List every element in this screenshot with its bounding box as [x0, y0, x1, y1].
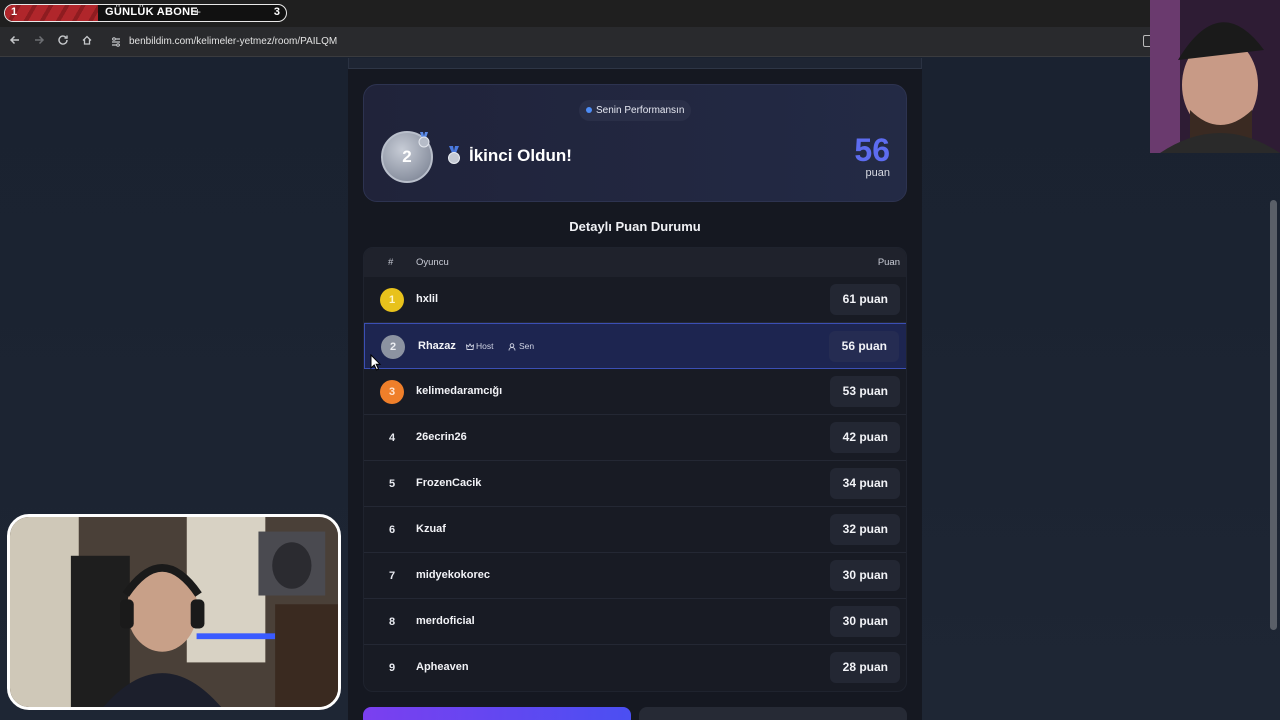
webcam-video: [10, 517, 338, 707]
rank-badge: 7: [388, 570, 396, 582]
player-name: Rhazaz: [418, 340, 456, 352]
table-row: 7 midyekokorec 30 puan: [364, 553, 906, 599]
forward-icon[interactable]: [30, 33, 48, 51]
score-value: 56: [854, 132, 890, 168]
primary-action-button[interactable]: [363, 707, 631, 720]
table-row: 9 Apheaven 28 puan: [364, 645, 906, 691]
table-row: 1 hxlil 61 puan: [364, 277, 906, 323]
secondary-webcam-overlay: [1150, 0, 1280, 153]
leaderboard-table: # Oyuncu Puan 1 hxlil 61 puan 2 Rhazaz H…: [363, 247, 907, 692]
player-points: 42 puan: [830, 422, 900, 453]
page-scrollbar[interactable]: [1270, 200, 1277, 630]
tab-strip: 1 GÜNLÜK ABONE + 3: [0, 0, 1280, 27]
table-row: 8 merdoficial 30 puan: [364, 599, 906, 645]
url-text[interactable]: benbildim.com/kelimeler-yetmez/room/PAIL…: [129, 36, 337, 47]
status-dot-icon: [586, 107, 592, 113]
reload-icon[interactable]: [54, 33, 72, 51]
header-player: Oyuncu: [416, 257, 449, 268]
mouse-cursor-icon: [370, 354, 382, 371]
sub-goal-progress-fill: [5, 5, 98, 21]
rank-badge: 3: [380, 380, 404, 404]
player-points: 28 puan: [830, 652, 900, 683]
table-row: 4 26ecrin26 42 puan: [364, 415, 906, 461]
player-name: merdoficial: [416, 615, 475, 627]
table-header: # Oyuncu Puan: [364, 248, 906, 277]
player-points: 56 puan: [829, 331, 899, 362]
player-name: midyekokorec: [416, 569, 490, 581]
player-name: 26ecrin26: [416, 431, 467, 443]
header-rank: #: [388, 257, 394, 268]
home-icon[interactable]: [78, 33, 96, 51]
secondary-action-button[interactable]: [639, 707, 907, 720]
sub-goal-current: 1: [11, 6, 18, 18]
user-icon: [508, 343, 516, 351]
leaderboard-title: Detaylı Puan Durumu: [569, 219, 701, 234]
rank-badge: 2: [381, 335, 405, 359]
header-points: Puan: [877, 257, 900, 268]
rank-badge: 4: [388, 432, 396, 444]
table-row: 6 Kzuaf 32 puan: [364, 507, 906, 553]
player-name: Apheaven: [416, 661, 469, 673]
sub-goal-label: GÜNLÜK ABONE: [105, 6, 199, 18]
score-unit: puan: [865, 167, 890, 179]
medal-badge-icon: [418, 132, 430, 148]
silver-medal-icon: [448, 146, 460, 164]
secondary-webcam-video: [1150, 0, 1280, 153]
player-name: kelimedaramcığı: [416, 385, 503, 397]
player-points: 32 puan: [830, 514, 900, 545]
player-name: Kzuaf: [416, 523, 446, 535]
result-title: İkinci Oldun!: [469, 146, 572, 165]
rank-badge: 9: [388, 662, 396, 674]
performance-pill: Senin Performansın: [579, 100, 691, 121]
rank-badge: 8: [388, 616, 396, 628]
address-bar: benbildim.com/kelimeler-yetmez/room/PAIL…: [0, 27, 1280, 57]
you-tag: Sen: [519, 341, 535, 351]
player-points: 30 puan: [830, 606, 900, 637]
player-points: 53 puan: [830, 376, 900, 407]
sub-goal-target: 3: [273, 6, 280, 18]
rank-badge: 6: [388, 524, 396, 536]
back-icon[interactable]: [6, 33, 24, 51]
player-name: hxlil: [416, 293, 439, 305]
player-points: 61 puan: [830, 284, 900, 315]
sub-goal-plus: +: [194, 5, 202, 19]
webcam-overlay: [7, 514, 341, 710]
rank-badge: 5: [388, 478, 396, 490]
crown-icon: [466, 343, 474, 350]
player-points: 34 puan: [830, 468, 900, 499]
daily-subscriber-goal: 1 GÜNLÜK ABONE + 3: [4, 4, 287, 22]
player-name: FrozenCacik: [416, 477, 482, 489]
previous-section-edge: [348, 58, 922, 69]
table-row: 3 kelimedaramcığı 53 puan: [364, 369, 906, 415]
table-row-current-player: 2 Rhazaz Host Sen 56 puan: [364, 323, 906, 369]
table-row: 5 FrozenCacik 34 puan: [364, 461, 906, 507]
site-settings-icon[interactable]: [110, 36, 122, 48]
host-tag: Host: [476, 341, 494, 351]
rank-badge: 1: [380, 288, 404, 312]
player-points: 30 puan: [830, 560, 900, 591]
